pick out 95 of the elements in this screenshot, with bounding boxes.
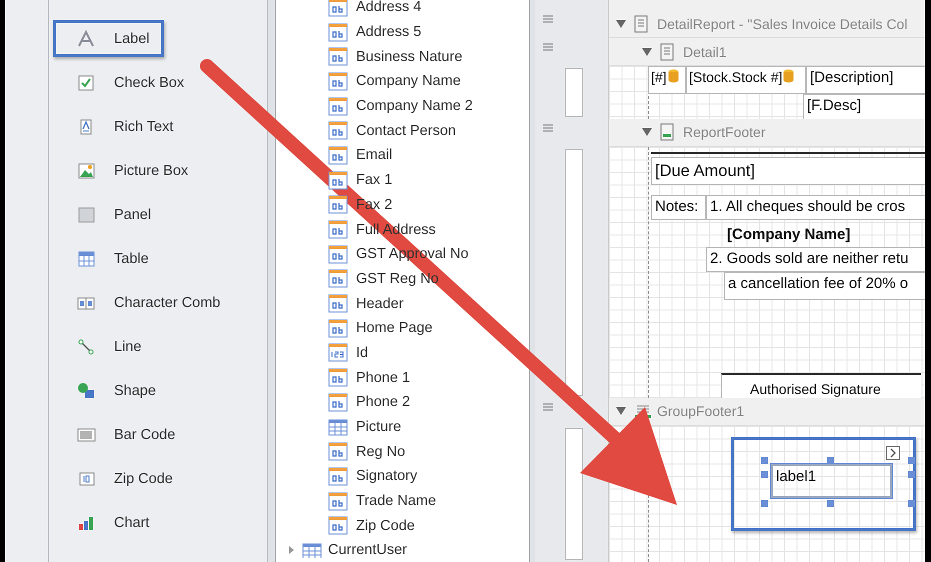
band-handle-icon[interactable]: [543, 122, 553, 133]
report-text[interactable]: [Company Name]: [724, 224, 874, 246]
expand-triangle-icon[interactable]: [286, 545, 296, 556]
toolbox-item[interactable]: Zip Code: [53, 460, 190, 497]
text-field-icon: [328, 170, 348, 190]
text-field-icon: [328, 22, 348, 42]
shape-tool-icon: [76, 380, 96, 400]
text-field-icon: [328, 269, 348, 288]
text-field-icon: [328, 492, 348, 511]
smart-tag-icon[interactable]: [886, 446, 900, 460]
band-title: DetailReport - ''Sales Invoice Details Col: [657, 16, 908, 32]
field-item[interactable]: Picture: [356, 419, 402, 436]
field-item[interactable]: Contact Person: [356, 122, 456, 139]
toolbox-item[interactable]: Line: [53, 328, 158, 365]
band-handle-icon[interactable]: [543, 42, 553, 52]
panel-splitter[interactable]: [268, 0, 275, 562]
field-item[interactable]: Address 4: [356, 0, 422, 16]
collapse-triangle-icon[interactable]: [615, 406, 627, 416]
text-field-icon: [328, 516, 348, 536]
report-cell[interactable]: [Stock.Stock #]: [686, 66, 806, 94]
field-item[interactable]: Phone 2: [356, 394, 410, 410]
band-title: GroupFooter1: [657, 403, 744, 420]
report-cell[interactable]: [Due Amount]: [651, 156, 925, 185]
report-cell[interactable]: 2. Goods sold are neither retu: [706, 246, 925, 272]
band-handle-icon[interactable]: [543, 402, 553, 412]
label-tool-icon: [76, 28, 96, 48]
text-field-icon: [328, 294, 348, 314]
line-tool-icon: [76, 336, 96, 356]
field-item[interactable]: Company Name: [356, 73, 461, 90]
toolbox-item[interactable]: Table: [53, 240, 166, 277]
collapse-triangle-icon[interactable]: [615, 18, 627, 28]
database-icon: [668, 69, 679, 83]
band-title: Detail1: [683, 44, 727, 60]
text-field-icon: [328, 121, 348, 140]
field-item[interactable]: Zip Code: [356, 518, 415, 534]
field-item[interactable]: Trade Name: [356, 493, 436, 510]
text-field-icon: [328, 195, 348, 214]
text-field-icon: [328, 392, 348, 412]
text-field-icon: [328, 96, 348, 116]
toolbox-item[interactable]: Shape: [53, 372, 173, 409]
field-item[interactable]: Address 5: [356, 24, 422, 40]
field-item[interactable]: Id: [356, 344, 368, 361]
text-field-icon: [328, 72, 348, 91]
text-field-icon: [328, 318, 348, 338]
report-cell[interactable]: a cancellation fee of 20% o: [724, 272, 925, 300]
resize-handle[interactable]: [761, 500, 768, 507]
text-field-icon: [328, 220, 348, 240]
table-icon: [302, 542, 322, 558]
vertical-ruler: [565, 68, 583, 117]
database-icon: [783, 69, 794, 83]
band-handle-icon[interactable]: [543, 14, 553, 24]
toolbox-item[interactable]: Character Comb: [53, 284, 238, 321]
image-field-icon: [328, 418, 348, 437]
data-source-item[interactable]: CurrentUser: [328, 542, 407, 558]
toolbox-item[interactable]: Chart: [53, 504, 166, 541]
report-cell[interactable]: Authorised Signature: [721, 372, 921, 398]
panel-tool-icon: [76, 204, 96, 224]
report-cell[interactable]: [F.Desc]: [803, 94, 925, 119]
panel-splitter[interactable]: [530, 0, 535, 562]
report-cell[interactable]: 1. All cheques should be cros: [706, 194, 925, 220]
resize-handle[interactable]: [826, 500, 834, 507]
text-field-icon: [328, 47, 348, 66]
field-item[interactable]: Fax 1: [356, 172, 392, 188]
field-item[interactable]: Business Nature: [356, 48, 462, 65]
text-field-icon: [328, 466, 348, 486]
collapse-triangle-icon[interactable]: [641, 127, 653, 138]
field-item[interactable]: Signatory: [356, 468, 418, 484]
picture-tool-icon: [76, 160, 96, 180]
toolbox-item[interactable]: Picture Box: [53, 152, 206, 189]
text-field-icon: [328, 244, 348, 264]
toolbox-item[interactable]: Check Box: [53, 64, 202, 101]
field-item[interactable]: Phone 1: [356, 370, 410, 386]
resize-handle[interactable]: [908, 500, 915, 507]
text-field-icon: [328, 146, 348, 165]
text-field-icon: [328, 368, 348, 388]
field-item[interactable]: Company Name 2: [356, 98, 473, 114]
toolbox-item[interactable]: Bar Code: [53, 416, 192, 453]
text-field-icon: [328, 442, 348, 462]
number-field-icon: [328, 343, 348, 362]
report-cell[interactable]: [Description]: [806, 66, 925, 94]
toolbox-item[interactable]: Panel: [53, 196, 168, 233]
resize-handle[interactable]: [826, 456, 834, 464]
label-control[interactable]: label1: [771, 464, 892, 498]
band-title: ReportFooter: [683, 124, 766, 140]
collapse-triangle-icon[interactable]: [641, 46, 653, 56]
field-item[interactable]: Header: [356, 296, 404, 312]
table-tool-icon: [76, 248, 96, 268]
field-item[interactable]: Email: [356, 147, 392, 164]
field-item[interactable]: Reg No: [356, 444, 406, 460]
toolbox-item[interactable]: Rich Text: [53, 108, 190, 145]
report-cell[interactable]: Notes:: [651, 194, 706, 220]
field-item[interactable]: Home Page: [356, 320, 433, 336]
toolbox-item[interactable]: Label: [53, 20, 164, 57]
checkbox-tool-icon: [76, 72, 96, 92]
report-cell[interactable]: [#]: [648, 66, 686, 94]
